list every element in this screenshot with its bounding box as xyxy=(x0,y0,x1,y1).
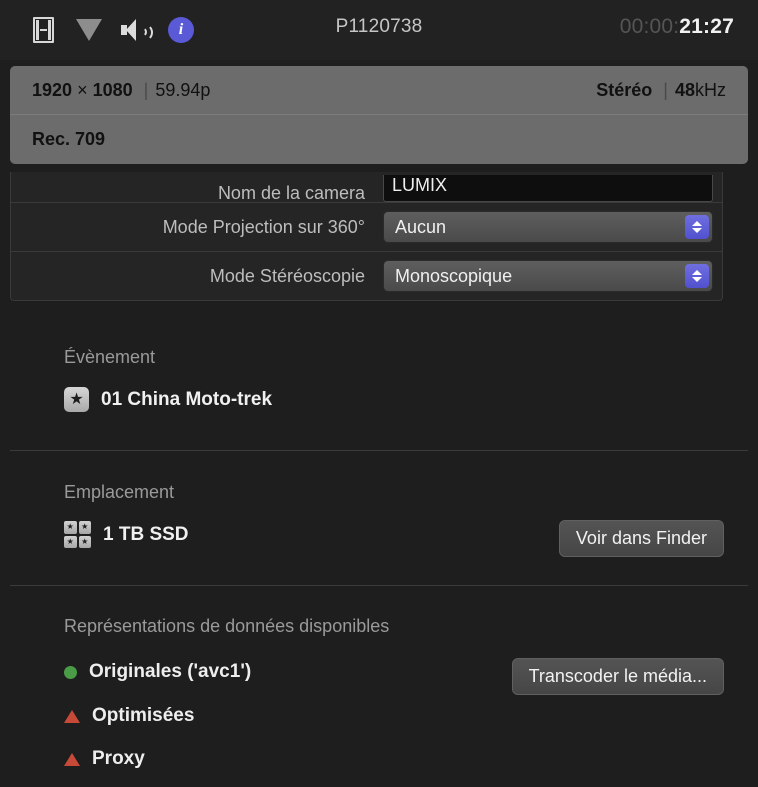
format-summary-panel: 1920 × 1080 | 59.94p Stéréo | 48kHz Rec.… xyxy=(10,66,748,164)
event-name: 01 China Moto-trek xyxy=(101,388,273,410)
location-row[interactable]: ★ ★ ★ ★ 1 TB SSD xyxy=(64,521,189,548)
representation-item-proxy: Proxy xyxy=(64,748,145,770)
audio-summary-divider: | xyxy=(663,79,668,100)
location-section-title: Emplacement xyxy=(64,482,175,502)
star-icon: ★ xyxy=(64,387,89,412)
chevron-updown-icon[interactable] xyxy=(685,264,709,288)
reveal-in-finder-button[interactable]: Voir dans Finder xyxy=(558,520,724,557)
section-divider xyxy=(10,450,748,451)
format-summary-row-colorspace: Rec. 709 xyxy=(10,115,748,164)
dimension-separator: × xyxy=(77,79,88,100)
location-volume-name: 1 TB SSD xyxy=(103,523,189,545)
event-section-title: Évènement xyxy=(64,347,156,367)
red-triangle-icon xyxy=(64,752,80,766)
property-row-projection-mode: Mode Projection sur 360° Aucun xyxy=(11,202,722,251)
representation-label: Proxy xyxy=(92,748,145,769)
section-divider xyxy=(10,585,748,586)
timecode-hours-minutes: 00:00: xyxy=(619,15,680,38)
stereoscopic-mode-value: Monoscopique xyxy=(395,266,513,286)
star-icon-glyph: ★ xyxy=(69,390,84,408)
property-field-camera-name xyxy=(383,175,722,202)
property-row-camera-name: Nom de la camera xyxy=(11,172,722,202)
camera-name-input[interactable] xyxy=(383,175,713,202)
video-framerate: 59.94p xyxy=(155,79,211,100)
audio-sample-rate: 48 xyxy=(674,79,695,100)
video-format-summary: 1920 × 1080 | 59.94p xyxy=(32,80,596,101)
drive-icon: ★ ★ ★ ★ xyxy=(64,521,91,548)
property-row-stereoscopic-mode: Mode Stéréoscopie Monoscopique xyxy=(11,251,722,300)
drive-icon-cell: ★ xyxy=(64,521,77,534)
drive-icon-cell: ★ xyxy=(78,535,91,548)
property-label-projection-mode: Mode Projection sur 360° xyxy=(162,217,365,237)
property-label-stereoscopic-mode: Mode Stéréoscopie xyxy=(209,266,365,286)
property-field-projection-mode: Aucun xyxy=(383,211,722,243)
green-dot-icon xyxy=(64,665,77,679)
representation-item-optimized: Optimisées xyxy=(64,705,194,727)
audio-channels: Stéréo xyxy=(596,79,653,100)
properties-list: Nom de la camera Mode Projection sur 360… xyxy=(10,172,723,301)
video-height: 1080 xyxy=(92,79,133,100)
drive-icon-cell: ★ xyxy=(64,535,77,548)
projection-mode-value: Aucun xyxy=(395,217,447,237)
representation-label: Originales ('avc1') xyxy=(89,661,252,682)
property-label-camera-name: Nom de la camera xyxy=(217,183,365,203)
inspector-toolbar: i P1120738 00:00:21:27 xyxy=(0,0,758,60)
property-field-stereoscopic-mode: Monoscopique xyxy=(383,260,722,292)
colorspace-value: Rec. 709 xyxy=(32,129,106,149)
media-info-inspector: i P1120738 00:00:21:27 1920 × 1080 | 59.… xyxy=(0,0,758,787)
audio-sample-rate-unit: kHz xyxy=(695,79,726,100)
event-row[interactable]: ★ 01 China Moto-trek xyxy=(64,387,272,412)
chevron-updown-icon[interactable] xyxy=(685,215,709,239)
representation-item-originals: Originales ('avc1') xyxy=(64,661,251,683)
timecode: 00:00:21:27 xyxy=(620,15,734,39)
transcode-media-button[interactable]: Transcoder le média... xyxy=(511,658,724,695)
timecode-seconds-frames: 21:27 xyxy=(679,15,734,38)
audio-format-summary: Stéréo | 48kHz xyxy=(596,80,726,101)
drive-icon-cell: ★ xyxy=(78,521,91,534)
format-summary-row-video: 1920 × 1080 | 59.94p Stéréo | 48kHz xyxy=(10,66,748,115)
stereoscopic-mode-popup[interactable]: Monoscopique xyxy=(383,260,713,292)
projection-mode-popup[interactable]: Aucun xyxy=(383,211,713,243)
red-triangle-icon xyxy=(64,709,80,723)
representation-label: Optimisées xyxy=(92,705,195,726)
representations-section-title: Représentations de données disponibles xyxy=(64,616,390,636)
video-width: 1920 xyxy=(32,79,73,100)
